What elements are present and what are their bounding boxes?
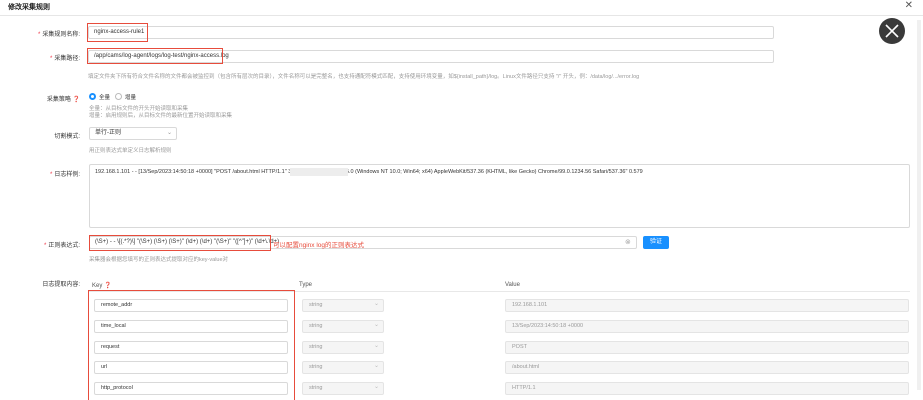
value-field: POST [505, 341, 909, 354]
chevron-down-icon: ⌄ [374, 322, 380, 328]
radio-incremental[interactable] [115, 93, 122, 100]
mode-label: 切割模式: [54, 134, 80, 140]
path-hint: 填定文件夹下所有符合文件名称的文件都会被监控到（包含所有层次的目录），文件名称可… [88, 74, 640, 80]
type-select[interactable]: string [302, 341, 384, 354]
type-select[interactable]: string [302, 361, 384, 374]
redacted-block [290, 168, 348, 176]
strategy-hint-incremental: 增量：启用规则后，从目标文件的最新位置开始读取和采集 [89, 113, 233, 119]
extract-label: 日志提取内容: [42, 282, 80, 288]
chevron-down-icon: ⌄ [166, 130, 172, 136]
sample-textarea[interactable]: 192.168.1.101 - - [13/Sep/2023:14:50:18 … [89, 164, 910, 228]
strategy-label: 采集策略 ❓ [46, 97, 80, 103]
dialog-title: 修改采集规则 [8, 4, 50, 11]
value-field: 13/Sep/2023:14:50:18 +0000 [505, 320, 909, 333]
sample-label: * 日志样例: [49, 172, 80, 178]
radio-full-label: 全量 [99, 95, 111, 101]
help-icon[interactable]: ❓ [73, 97, 80, 103]
close-icon [885, 24, 899, 38]
regex-annotation: 可以配置nginx log的正则表达式 [273, 242, 365, 249]
path-label: * 采集路径: [49, 56, 80, 62]
chevron-down-icon: ⌄ [374, 343, 380, 349]
close-icon[interactable]: ✕ [905, 0, 913, 11]
key-input[interactable]: url [94, 361, 288, 374]
regex-highlight [89, 235, 271, 251]
type-select[interactable]: string [302, 320, 384, 333]
value-field: 192.168.1.101 [505, 299, 909, 312]
th-key: Key ❓ [92, 283, 112, 289]
key-input[interactable]: time_local [94, 320, 288, 333]
value-field: HTTP/1.1 [505, 382, 909, 395]
type-select[interactable]: string [302, 299, 384, 312]
type-select[interactable]: string [302, 382, 384, 395]
clear-icon[interactable]: ⊗ [625, 238, 631, 246]
chevron-down-icon: ⌄ [374, 301, 380, 307]
chevron-down-icon: ⌄ [374, 363, 380, 369]
header-divider [0, 15, 923, 16]
th-value: Value [505, 282, 520, 288]
chevron-down-icon: ⌄ [374, 384, 380, 390]
rule-name-highlight [87, 23, 148, 42]
key-input[interactable]: request [94, 341, 288, 354]
radio-incremental-label: 增量 [125, 95, 137, 101]
path-highlight [87, 48, 223, 64]
mode-hint: 用正则表达式单定义日志解析规则 [89, 148, 172, 154]
help-icon[interactable]: ❓ [104, 283, 111, 289]
regex-hint: 采集器会根据您填写的正则表达式提取对应的key-value对 [89, 257, 229, 263]
mode-select[interactable]: 单行-正则 ⌄ [89, 127, 177, 140]
rule-name-input[interactable]: nginx-access-rule1 [88, 26, 774, 39]
verify-button[interactable]: 验证 [643, 236, 669, 249]
dialog-header: 修改采集规则 ✕ [0, 0, 923, 16]
th-type: Type [299, 282, 313, 288]
rule-name-label: * 采集规则名称: [37, 32, 80, 38]
regex-label: * 正则表达式: [43, 243, 80, 249]
key-input[interactable]: remote_addr [94, 299, 288, 312]
scrollbar[interactable] [917, 20, 921, 390]
value-field: /about.html [505, 361, 909, 374]
close-button[interactable] [879, 18, 905, 44]
radio-full[interactable] [89, 93, 96, 100]
key-input[interactable]: http_protocol [94, 382, 288, 395]
